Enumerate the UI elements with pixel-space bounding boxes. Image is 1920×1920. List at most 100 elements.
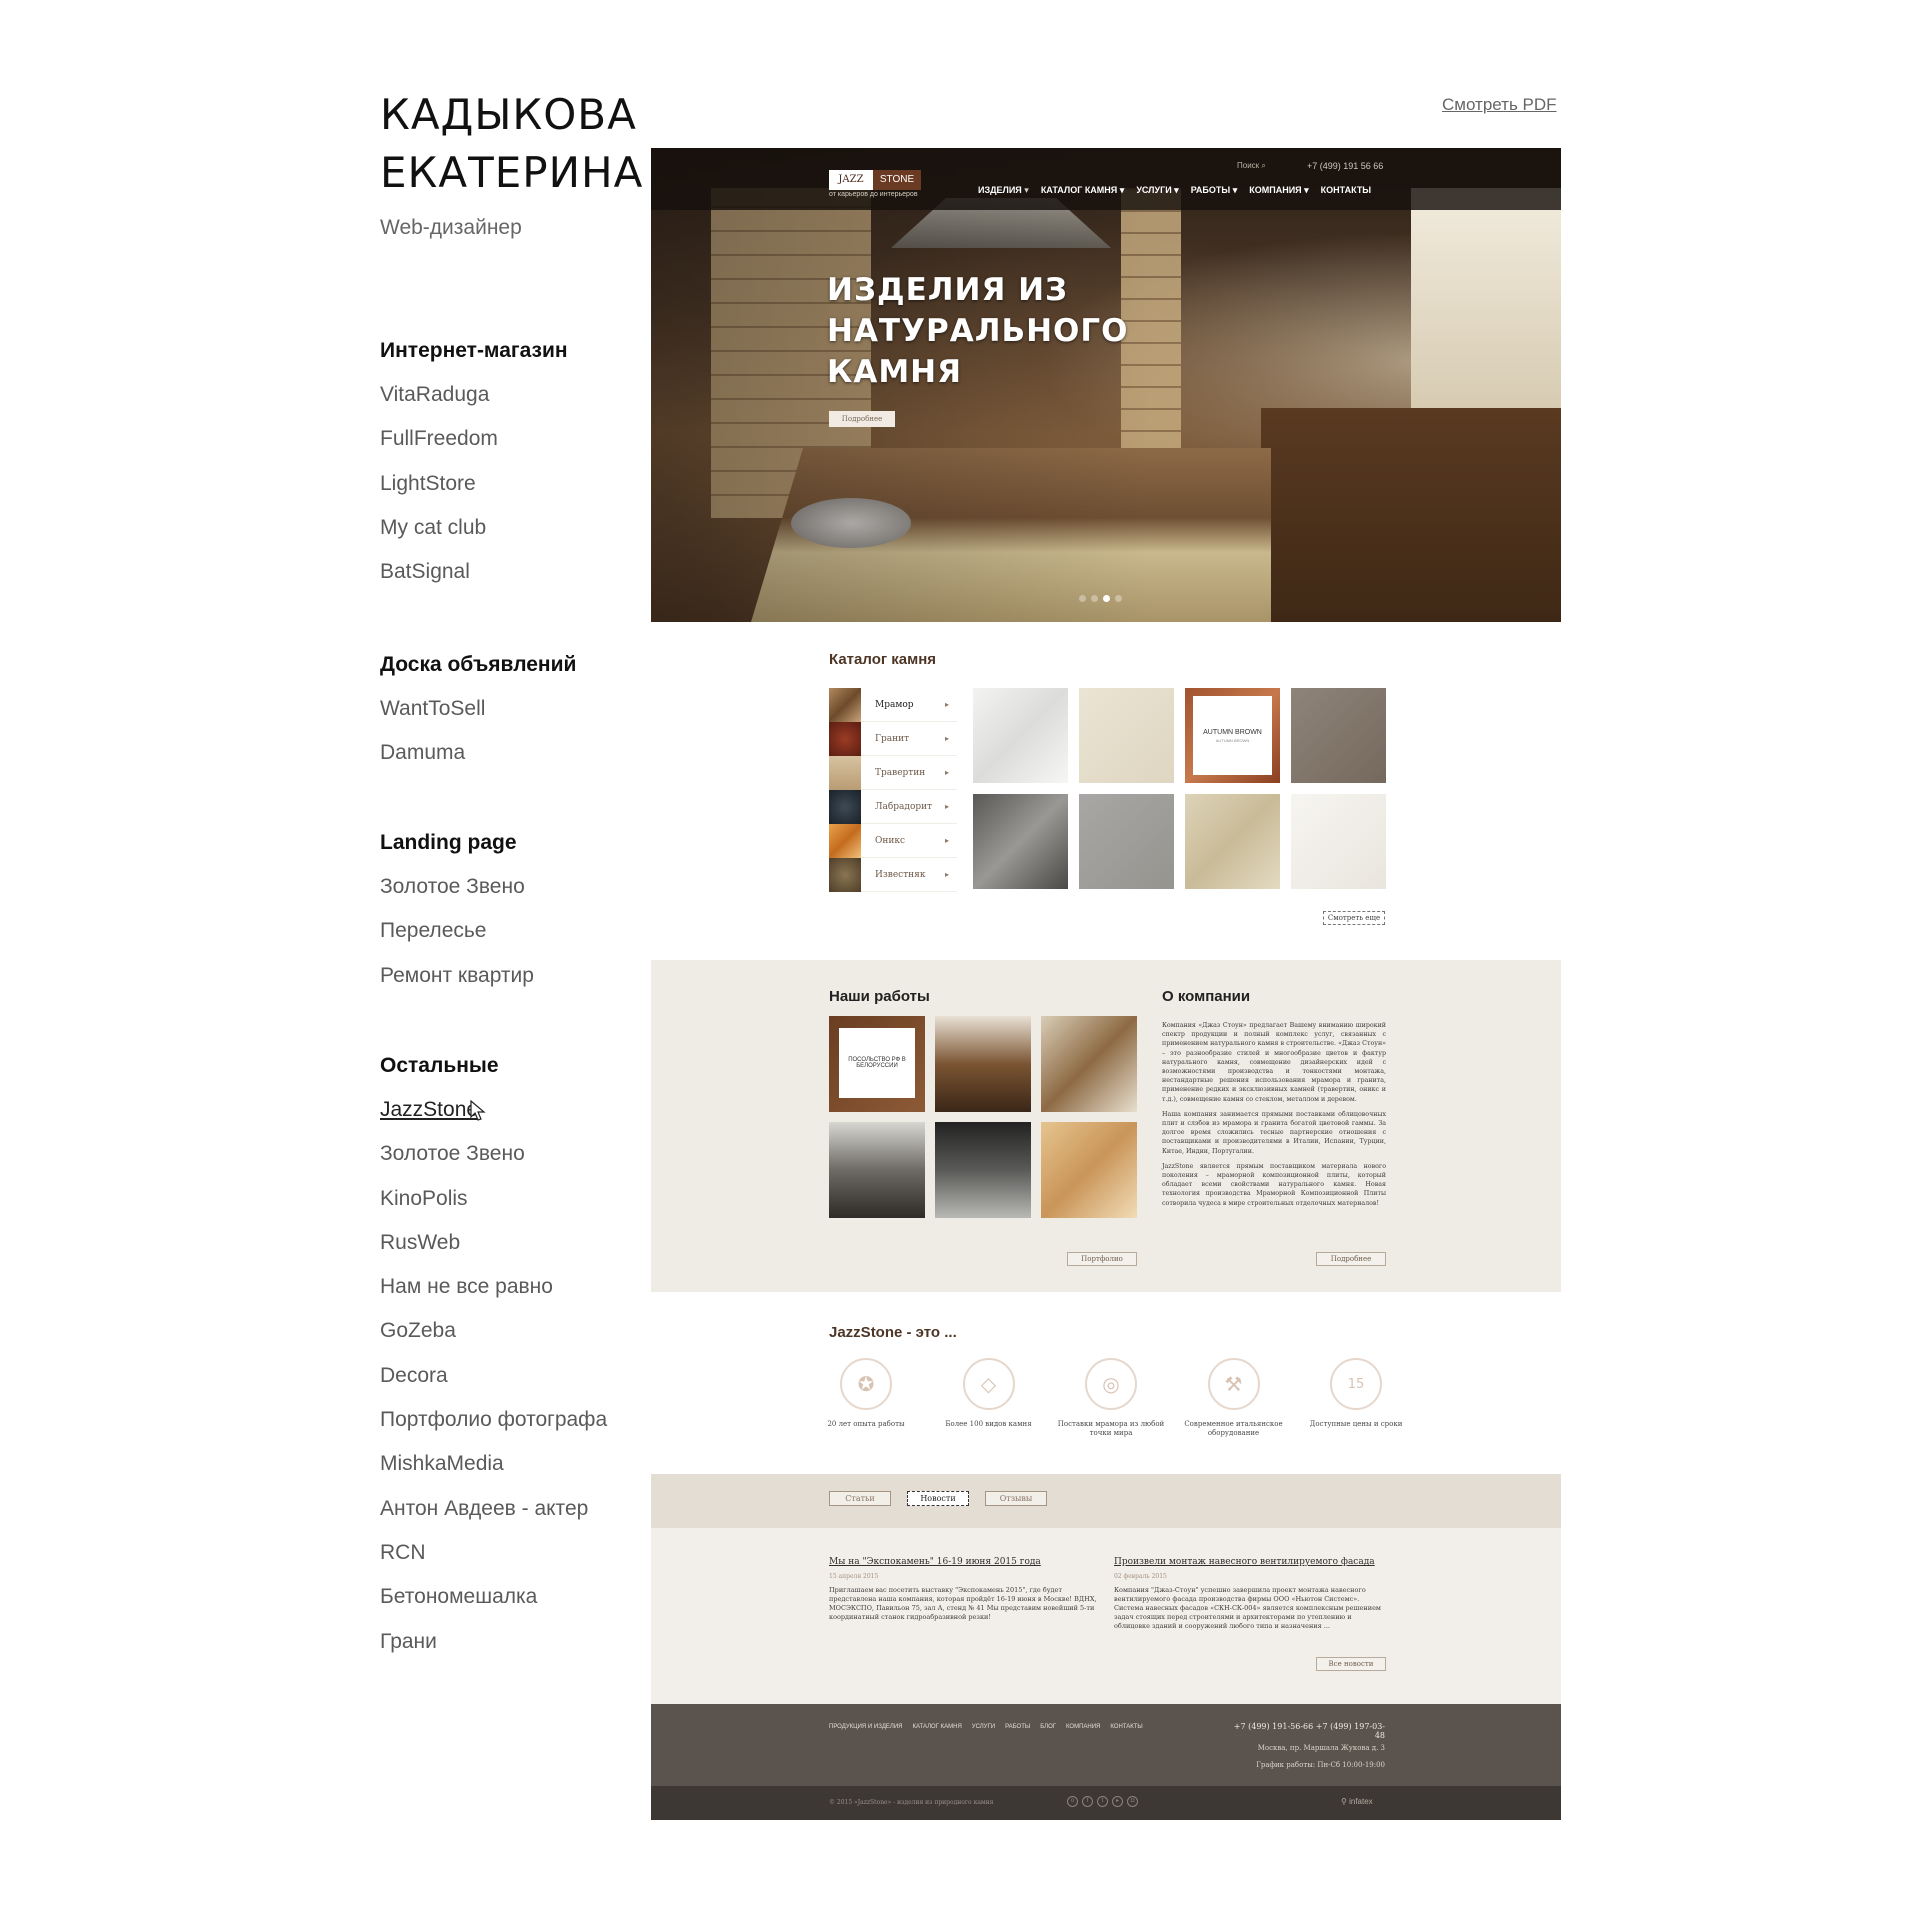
project-link[interactable]: Ремонт квартир — [380, 961, 680, 1005]
catalog-menu-item[interactable]: Известняк — [829, 858, 957, 892]
work-thumb[interactable] — [935, 1122, 1031, 1218]
tab-reviews[interactable]: Отзывы — [985, 1491, 1047, 1506]
globe-icon: ◎ — [1085, 1358, 1137, 1410]
pin-icon: ⚲ — [1341, 1797, 1347, 1806]
hero-more-button[interactable]: Подробнее — [829, 411, 895, 427]
logo-tagline: от карьеров до интерьеров — [829, 191, 918, 198]
project-link[interactable]: LightStore — [380, 469, 680, 513]
project-link[interactable]: Нам не все равно — [380, 1272, 680, 1316]
work-thumb[interactable] — [935, 1016, 1031, 1112]
slider-dot[interactable] — [1091, 595, 1098, 602]
hero-banner: JAZZ STONE от карьеров до интерьеров Пои… — [651, 148, 1561, 622]
nav-item-works[interactable]: РАБОТЫ ▾ — [1191, 185, 1238, 196]
news-title-link[interactable]: Мы на "Экспокамень" 16-19 июня 2015 года — [829, 1557, 1099, 1567]
view-pdf-link[interactable]: Смотреть PDF — [1442, 95, 1557, 115]
granite-swatch — [829, 722, 861, 756]
work-thumb[interactable] — [1041, 1122, 1137, 1218]
project-link[interactable]: Золотое Звено — [380, 872, 680, 916]
news-title-link[interactable]: Произвели монтаж навесного вентилируемог… — [1114, 1557, 1384, 1567]
twitter-icon[interactable]: t — [1097, 1796, 1108, 1807]
stone-tile[interactable] — [1291, 794, 1386, 889]
project-link[interactable]: MishkaMedia — [380, 1449, 680, 1493]
project-link[interactable]: GoZeba — [380, 1316, 680, 1360]
nav-item-catalog[interactable]: КАТАЛОГ КАМНЯ ▾ — [1041, 185, 1125, 196]
copyright: © 2015 «JazzStone» - изделия из природно… — [829, 1799, 994, 1806]
footer-nav-item[interactable]: УСЛУГИ — [972, 1724, 995, 1730]
odnoklassniki-icon[interactable]: o — [1067, 1796, 1078, 1807]
catalog-menu-label: Гранит — [861, 722, 957, 756]
work-thumb[interactable] — [1041, 1016, 1137, 1112]
project-link[interactable]: Damuma — [380, 738, 680, 782]
nav-item-contacts[interactable]: КОНТАКТЫ — [1321, 185, 1371, 196]
project-link[interactable]: RCN — [380, 1538, 680, 1582]
travertine-swatch — [829, 756, 861, 790]
site-logo[interactable]: JAZZ STONE — [829, 170, 921, 190]
project-link[interactable]: Портфолио фотографа — [380, 1405, 680, 1449]
project-link[interactable]: FullFreedom — [380, 424, 680, 468]
footer-nav-item[interactable]: КАТАЛОГ КАМНЯ — [912, 1724, 961, 1730]
project-link[interactable]: Золотое Звено — [380, 1139, 680, 1183]
about-paragraph: Наша компания занимается прямыми поставк… — [1162, 1110, 1386, 1155]
footer-nav-item[interactable]: КОМПАНИЯ — [1066, 1724, 1100, 1730]
catalog-menu-item[interactable]: Травертин — [829, 756, 957, 790]
project-link[interactable]: Decora — [380, 1361, 680, 1405]
slider-dot[interactable] — [1079, 595, 1086, 602]
project-link[interactable]: BatSignal — [380, 557, 680, 601]
project-link-active[interactable]: JazzStone — [380, 1095, 680, 1139]
news-date: 02 февраль 2015 — [1114, 1573, 1167, 1580]
portfolio-button[interactable]: Портфолио — [1067, 1252, 1137, 1266]
youtube-icon[interactable]: ▸ — [1112, 1796, 1123, 1807]
feature-item: ◇ Более 100 видов камня — [934, 1358, 1044, 1438]
slider-dot[interactable] — [1115, 595, 1122, 602]
footer-nav-item[interactable]: ПРОДУКЦИЯ И ИЗДЕЛИЯ — [829, 1724, 902, 1730]
project-link[interactable]: Бетономешалка — [380, 1582, 680, 1626]
project-link[interactable]: Антон Авдеев - актер — [380, 1494, 680, 1538]
footer-nav-item[interactable]: РАБОТЫ — [1005, 1724, 1030, 1730]
footer-nav-item[interactable]: КОНТАКТЫ — [1110, 1724, 1142, 1730]
tab-articles[interactable]: Статьи — [829, 1491, 891, 1506]
instagram-icon[interactable]: ◘ — [1127, 1796, 1138, 1807]
stone-tile[interactable] — [1079, 794, 1174, 889]
project-link[interactable]: WantToSell — [380, 694, 680, 738]
stone-tile[interactable] — [1079, 688, 1174, 783]
social-links: o f t ▸ ◘ — [1067, 1796, 1138, 1807]
search-link[interactable]: Поиск ⌕ — [1237, 161, 1266, 171]
footer-nav-item[interactable]: БЛОГ — [1040, 1724, 1056, 1730]
tab-news[interactable]: Новости — [907, 1491, 969, 1506]
all-news-button[interactable]: Все новости — [1316, 1657, 1386, 1671]
nav-item-products[interactable]: ИЗДЕЛИЯ ▾ — [978, 185, 1029, 196]
catalog-menu-item[interactable]: Оникс — [829, 824, 957, 858]
stone-tile[interactable] — [973, 688, 1068, 783]
catalog-menu-item[interactable]: Гранит — [829, 722, 957, 756]
stone-tile-grid: AUTUMN BROWN AUTUMN BROWN — [973, 688, 1393, 889]
stone-tile[interactable] — [973, 794, 1068, 889]
catalog-menu-item[interactable]: Лабрадорит — [829, 790, 957, 824]
stone-tile-hover[interactable]: AUTUMN BROWN AUTUMN BROWN — [1185, 688, 1280, 783]
project-link[interactable]: RusWeb — [380, 1228, 680, 1272]
project-link[interactable]: Перелесье — [380, 916, 680, 960]
feature-text: 20 лет опыта работы — [827, 1420, 905, 1428]
catalog-more-button[interactable]: Смотреть еще — [1323, 911, 1385, 925]
facebook-icon[interactable]: f — [1082, 1796, 1093, 1807]
feature-text: Поставки мрамора из любой точки мира — [1057, 1420, 1165, 1437]
stone-tile[interactable] — [1291, 688, 1386, 783]
active-tab-pointer — [932, 1518, 948, 1526]
project-link[interactable]: VitaRaduga — [380, 380, 680, 424]
news-date: 15 апреля 2015 — [829, 1573, 879, 1580]
profile: КАДЫКОВА ЕКАТЕРИНА Web-дизайнер — [380, 86, 642, 240]
group-title: Доска объявлений — [380, 653, 577, 676]
catalog-menu-item[interactable]: Мрамор — [829, 688, 957, 722]
slider-dot-active[interactable] — [1103, 595, 1110, 602]
news-item: Мы на "Экспокамень" 16-19 июня 2015 года… — [829, 1557, 1099, 1622]
nav-item-company[interactable]: КОМПАНИЯ ▾ — [1249, 185, 1308, 196]
project-link[interactable]: Грани — [380, 1627, 680, 1671]
developer-logo[interactable]: ⚲ infatex — [1341, 1797, 1373, 1806]
work-thumb[interactable] — [829, 1122, 925, 1218]
stone-tile[interactable] — [1185, 794, 1280, 889]
nav-item-services[interactable]: УСЛУГИ ▾ — [1136, 185, 1178, 196]
about-more-button[interactable]: Подробнее — [1316, 1252, 1386, 1266]
project-link[interactable]: KinoPolis — [380, 1184, 680, 1228]
search-icon: ⌕ — [1261, 161, 1266, 170]
project-link[interactable]: My cat club — [380, 513, 680, 557]
work-thumb-hover[interactable]: ПОСОЛЬСТВО РФ В БЕЛОРУССИИ — [829, 1016, 925, 1112]
